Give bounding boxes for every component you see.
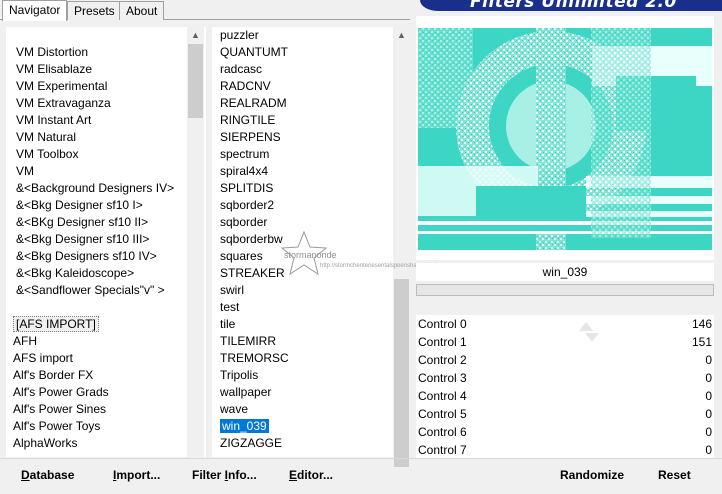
category-item[interactable]: VM Toolbox	[16, 146, 78, 163]
controls-panel: Control 0 146 Control 1 151 Control 2 0 Contro…	[416, 315, 714, 458]
product-banner: Filters Unlimited 2.0	[420, 0, 722, 11]
control-row[interactable]: Control 4 0	[416, 387, 714, 405]
slider-thumb-icon[interactable]	[579, 322, 593, 331]
filter-item[interactable]: ZIGZAGGE	[220, 435, 282, 452]
control-value: 151	[691, 335, 712, 349]
filter-scroll-thumb[interactable]	[394, 279, 409, 467]
control-label: Control 4	[418, 389, 467, 403]
category-item[interactable]: [AFS IMPORT]	[13, 316, 99, 333]
filter-item[interactable]: wave	[220, 401, 248, 418]
scroll-up-arrow-icon[interactable]: ▲	[394, 28, 409, 43]
category-item[interactable]: VM Natural	[16, 129, 76, 146]
control-row[interactable]: Control 6 0	[416, 423, 714, 441]
filter-item[interactable]: tile	[220, 316, 235, 333]
category-item[interactable]: &<BKg Designer sf10 II>	[16, 214, 148, 231]
filter-item[interactable]: wallpaper	[220, 384, 271, 401]
control-label: Control 3	[418, 371, 467, 385]
filter-item[interactable]: spiral4x4	[220, 163, 268, 180]
slider-thumb-icon[interactable]	[585, 333, 599, 342]
filter-item[interactable]: RINGTILE	[220, 112, 275, 129]
reset-button[interactable]: Reset	[658, 466, 691, 484]
control-label: Control 5	[418, 407, 467, 421]
control-value: 0	[705, 353, 712, 367]
category-item[interactable]: Alf's Border FX	[13, 367, 93, 384]
control-label: Control 2	[418, 353, 467, 367]
bottom-divider	[0, 458, 722, 459]
control-row[interactable]: Control 7 0	[416, 441, 714, 459]
watermark-brand: stormanonde	[284, 250, 337, 260]
category-item[interactable]: &<Sandflower Specials"v" >	[16, 282, 165, 299]
filter-item[interactable]: TILEMIRR	[220, 333, 276, 350]
filter-item[interactable]: TREMORSC	[220, 350, 289, 367]
tab-navigator[interactable]: Navigator	[2, 0, 68, 21]
scroll-up-arrow-icon[interactable]: ▲	[188, 28, 203, 43]
control-value: 0	[705, 443, 712, 457]
preview-image	[416, 16, 714, 260]
control-row[interactable]: Control 3 0	[416, 369, 714, 387]
filter-item[interactable]: sqborder2	[220, 197, 274, 214]
filter-item[interactable]: puzzler	[220, 27, 259, 44]
progress-bar	[416, 284, 714, 296]
database-button[interactable]: Database	[21, 466, 74, 484]
category-item[interactable]: AlphaWorks	[13, 435, 77, 452]
watermark: stormanonde http://stormchenteriesentals…	[280, 230, 436, 276]
control-label: Control 6	[418, 425, 467, 439]
category-item[interactable]: AFS import	[13, 350, 73, 367]
filter-item[interactable]: squares	[220, 248, 263, 265]
control-row[interactable]: Control 0 146	[416, 315, 714, 333]
category-item[interactable]: VM Experimental	[16, 78, 107, 95]
control-row[interactable]: Control 2 0	[416, 351, 714, 369]
category-item[interactable]: Alf's Power Grads	[13, 384, 109, 401]
category-item[interactable]: VM	[16, 163, 34, 180]
category-item[interactable]: AFH	[13, 333, 37, 350]
category-item[interactable]: VM Instant Art	[16, 112, 91, 129]
filter-item[interactable]: test	[220, 299, 239, 316]
filter-item[interactable]: sqborder	[220, 214, 267, 231]
filter-item[interactable]: SIERPENS	[220, 129, 281, 146]
control-value: 146	[691, 317, 712, 331]
control-value: 0	[705, 389, 712, 403]
control-value: 0	[705, 407, 712, 421]
filter-item[interactable]: QUANTUMT	[220, 44, 288, 61]
filter-item[interactable]: swirl	[220, 282, 244, 299]
control-row[interactable]: Control 1 151	[416, 333, 714, 351]
control-label: Control 1	[418, 335, 467, 349]
category-item[interactable]: &<Bkg Designer sf10 I>	[16, 197, 143, 214]
tab-presets[interactable]: Presets	[67, 1, 122, 20]
filter-info-button[interactable]: Filter Info...	[192, 466, 257, 484]
category-item[interactable]: &<Bkg Designers sf10 IV>	[16, 248, 157, 265]
category-scrollbar[interactable]: ▲	[187, 27, 204, 457]
import-button[interactable]: Import...	[113, 466, 160, 484]
category-item[interactable]: &<Bkg Designer sf10 III>	[16, 231, 149, 248]
category-item[interactable]: Alf's Power Toys	[13, 418, 100, 435]
filter-item[interactable]: win_039	[220, 418, 269, 435]
category-item[interactable]: VM Elisablaze	[16, 61, 92, 78]
filter-item[interactable]: SPLITDIS	[220, 180, 273, 197]
control-value: 0	[705, 425, 712, 439]
control-row[interactable]: Control 5 0	[416, 405, 714, 423]
control-label: Control 0	[418, 317, 467, 331]
editor-button[interactable]: Editor...	[289, 466, 333, 484]
category-list[interactable]: VM Distortion VM Elisablaze VM Experimenta…	[6, 27, 206, 457]
category-item[interactable]: &<Background Designers IV>	[16, 180, 174, 197]
filter-item[interactable]: spectrum	[220, 146, 269, 163]
category-scroll-thumb[interactable]	[188, 44, 203, 118]
category-item[interactable]: &<Bkg Kaleidoscope>	[16, 265, 134, 282]
control-value: 0	[705, 371, 712, 385]
filter-item[interactable]: Tripolis	[220, 367, 258, 384]
randomize-button[interactable]: Randomize	[560, 466, 624, 484]
filter-item[interactable]: REALRADM	[220, 95, 287, 112]
filter-item[interactable]: RADCNV	[220, 78, 271, 95]
tab-about[interactable]: About	[119, 1, 165, 20]
category-item[interactable]: Alf's Power Sines	[13, 401, 106, 418]
filter-item[interactable]: radcasc	[220, 61, 262, 78]
category-item[interactable]: VM Extravaganza	[16, 95, 111, 112]
category-item[interactable]: VM Distortion	[16, 44, 88, 61]
banner-title: Filters Unlimited 2.0	[470, 0, 677, 11]
preview-filter-name: win_039	[416, 263, 714, 281]
control-label: Control 7	[418, 443, 467, 457]
